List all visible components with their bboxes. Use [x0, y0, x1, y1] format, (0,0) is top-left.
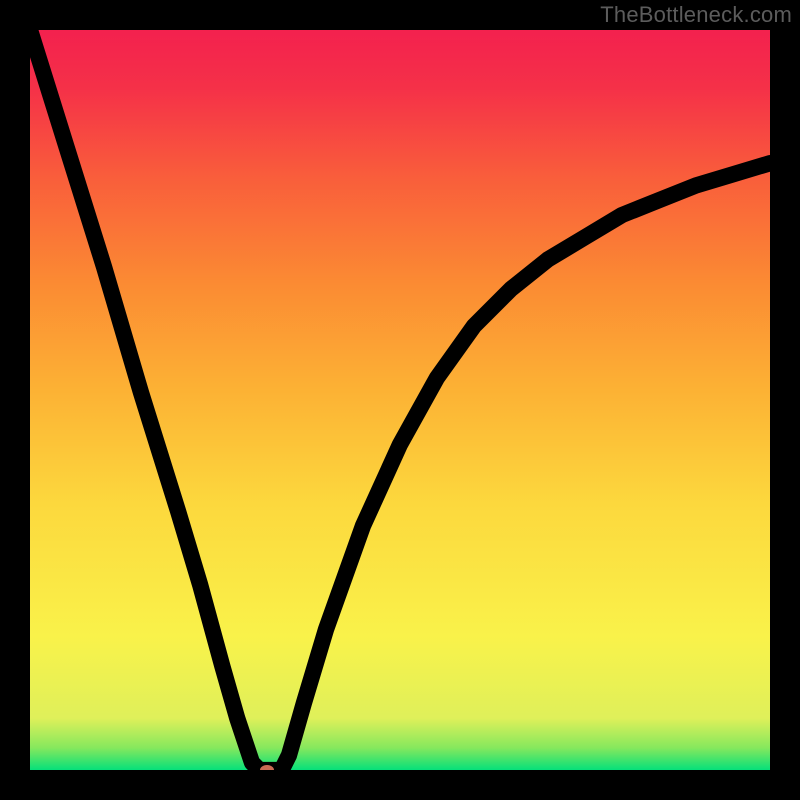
curve-path	[30, 30, 770, 770]
bottleneck-curve	[30, 30, 770, 770]
optimal-point-marker	[260, 765, 274, 770]
chart-frame: TheBottleneck.com	[0, 0, 800, 800]
plot-area	[30, 30, 770, 770]
watermark-text: TheBottleneck.com	[600, 2, 792, 28]
